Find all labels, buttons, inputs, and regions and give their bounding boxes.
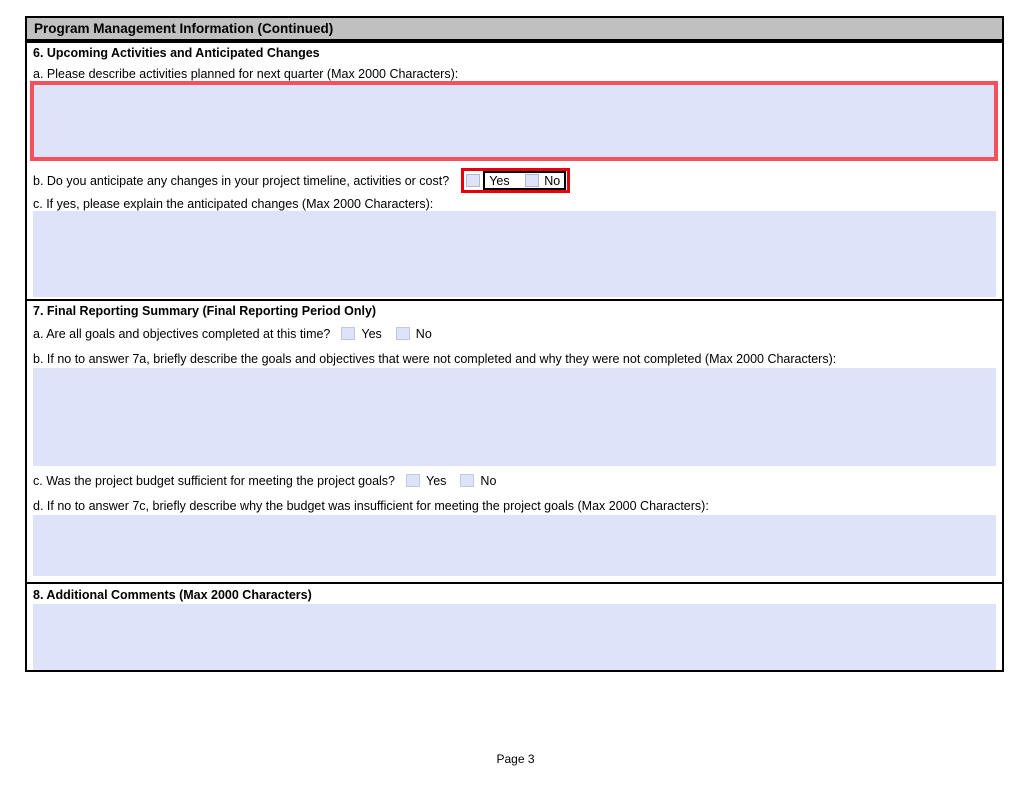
section7a-no-checkbox[interactable]	[395, 327, 410, 340]
section6-title: 6. Upcoming Activities and Anticipated C…	[33, 46, 320, 60]
section8-field-wrap	[33, 604, 996, 670]
section6c-label: c. If yes, please explain the anticipate…	[33, 197, 434, 211]
section8-textarea[interactable]	[33, 604, 996, 670]
section6a-highlight	[30, 81, 998, 161]
section-divider-7-8	[27, 582, 1002, 584]
page-title: Program Management Information (Continue…	[34, 21, 334, 36]
page-number: Page 3	[496, 752, 535, 766]
section6c-field-wrap	[33, 211, 996, 297]
section7c-no-label: No	[480, 473, 497, 488]
section7a-yes-label: Yes	[361, 326, 382, 341]
section6b-no-label: No	[544, 173, 561, 188]
section6b-yes-label: Yes	[489, 173, 510, 188]
section6b-row: b. Do you anticipate any changes in your…	[33, 168, 571, 193]
section6b-yes-checkbox[interactable]	[466, 174, 481, 187]
section7c-label: c. Was the project budget sufficient for…	[33, 473, 396, 488]
section7b-textarea[interactable]	[33, 368, 996, 466]
section7b-field-wrap	[33, 368, 996, 466]
section7a-yes-checkbox[interactable]	[341, 327, 356, 340]
section7c-yes-checkbox[interactable]	[406, 474, 421, 487]
section7c-no-checkbox[interactable]	[460, 474, 475, 487]
section7b-label: b. If no to answer 7a, briefly describe …	[33, 352, 837, 366]
section8-title: 8. Additional Comments (Max 2000 Charact…	[33, 588, 312, 602]
section7d-label: d. If no to answer 7c, briefly describe …	[33, 499, 709, 513]
section6b-no-group: No	[525, 174, 560, 188]
section7a-label: a. Are all goals and objectives complete…	[33, 326, 331, 341]
section7a-row: a. Are all goals and objectives complete…	[33, 326, 432, 341]
section6b-no-checkbox[interactable]	[525, 174, 540, 187]
section7c-row: c. Was the project budget sufficient for…	[33, 473, 496, 488]
section6a-label: a. Please describe activities planned fo…	[33, 67, 459, 81]
section6b-highlight: Yes No	[461, 168, 571, 193]
page-header: Program Management Information (Continue…	[25, 16, 1004, 41]
form-body: 6. Upcoming Activities and Anticipated C…	[25, 41, 1004, 672]
section-divider-6-7	[27, 299, 1002, 301]
section7d-textarea[interactable]	[33, 515, 996, 576]
section6b-label: b. Do you anticipate any changes in your…	[33, 173, 450, 188]
section7d-field-wrap	[33, 515, 996, 576]
section7c-yes-label: Yes	[426, 473, 447, 488]
section7-title: 7. Final Reporting Summary (Final Report…	[33, 304, 377, 318]
section6a-textarea[interactable]	[34, 85, 994, 157]
section7a-no-label: No	[415, 326, 432, 341]
form-page: Program Management Information (Continue…	[0, 0, 1031, 785]
section6c-textarea[interactable]	[33, 211, 996, 297]
section6b-yesno-outline: Yes No	[483, 171, 567, 190]
